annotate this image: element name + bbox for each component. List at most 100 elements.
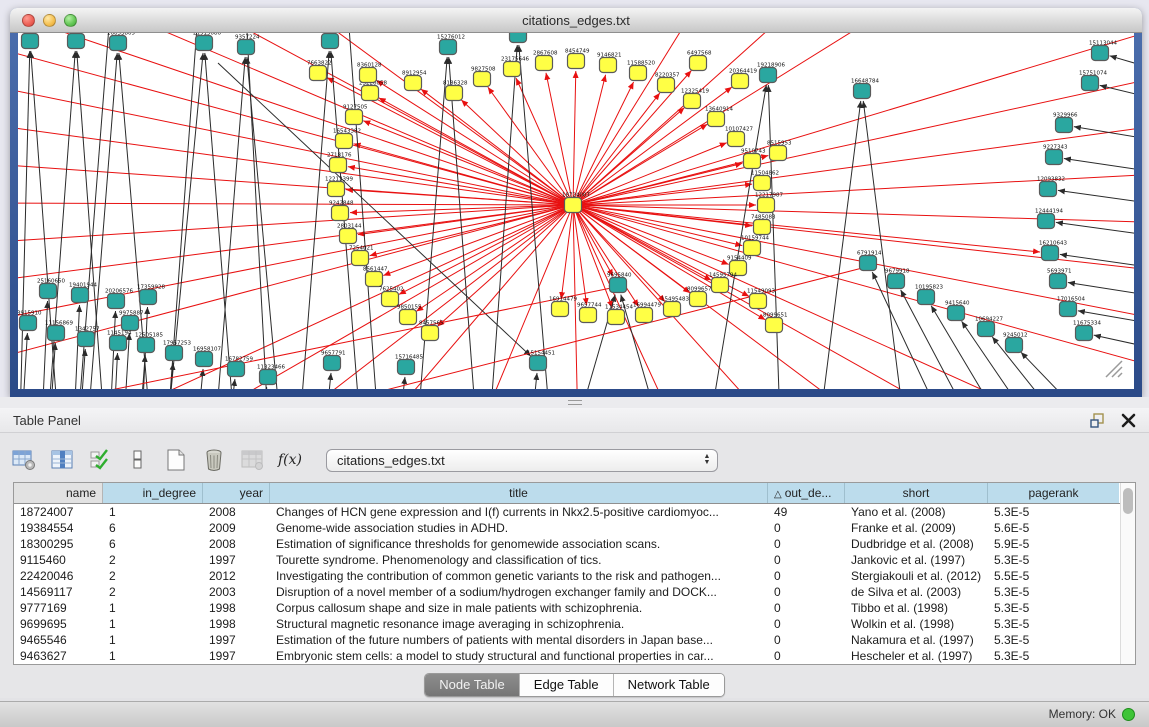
table-cell[interactable]: Yano et al. (2008) [845, 504, 988, 520]
table-cell[interactable]: Franke et al. (2009) [845, 520, 988, 536]
graph-edge[interactable] [1068, 283, 1134, 295]
graph-edge[interactable] [768, 85, 780, 389]
graph-edge[interactable] [1021, 352, 1089, 389]
table-cell[interactable]: 0 [768, 536, 845, 552]
graph-edge[interactable] [326, 373, 331, 389]
graph-edge[interactable] [399, 205, 573, 294]
graph-edge[interactable] [573, 93, 660, 205]
graph-edge[interactable] [573, 205, 742, 246]
graph-node[interactable]: 17359928 [137, 285, 165, 305]
table-cell[interactable]: Tourette syndrome. Phenomenology and cla… [270, 552, 768, 568]
graph-node[interactable]: 21915086 [193, 33, 221, 51]
graph-node[interactable]: 19218906 [757, 63, 785, 83]
table-scrollbar[interactable] [1120, 483, 1135, 664]
function-builder-icon[interactable]: f(x) [274, 444, 306, 476]
column-header-in_degree[interactable]: in_degree [103, 483, 203, 503]
graph-edge[interactable] [114, 353, 118, 389]
graph-node[interactable]: 12217987 [755, 193, 783, 213]
table-cell[interactable]: Stergiakouli et al. (2012) [845, 568, 988, 584]
table-cell[interactable]: 1 [103, 504, 203, 520]
graph-node[interactable]: 16210643 [1039, 241, 1067, 261]
table-cell[interactable]: de Silva et al. (2003) [845, 584, 988, 600]
new-table-icon[interactable] [160, 444, 192, 476]
column-header-pagerank[interactable]: pagerank [988, 483, 1119, 503]
table-cell[interactable]: 1997 [203, 632, 270, 648]
graph-edge[interactable] [1094, 335, 1134, 347]
graph-edge[interactable] [1058, 190, 1134, 203]
graph-node[interactable]: 15113044 [1089, 41, 1117, 61]
table-row[interactable]: 1830029562008Estimation of significance … [14, 536, 1120, 552]
tab-network-table[interactable]: Network Table [614, 674, 724, 696]
table-cell[interactable]: 0 [768, 584, 845, 600]
graph-node[interactable]: 10694227 [975, 317, 1003, 337]
graph-node[interactable]: 17957253 [163, 341, 191, 361]
column-header-year[interactable]: year [203, 483, 270, 503]
graph-edge[interactable] [1056, 222, 1134, 235]
table-cell[interactable]: 1 [103, 648, 203, 664]
graph-node[interactable]: 7485083 [751, 215, 776, 235]
table-cell[interactable]: 2 [103, 552, 203, 568]
table-cell[interactable]: Embryonic stem cells: a model to study s… [270, 648, 768, 664]
graph-edge[interactable] [962, 321, 1031, 389]
graph-edge[interactable] [546, 73, 573, 205]
graph-edge[interactable] [573, 75, 606, 205]
graph-node[interactable]: 9242848 [329, 201, 354, 221]
resize-grip[interactable] [1102, 357, 1124, 379]
graph-node[interactable]: 15751074 [1079, 71, 1107, 91]
graph-node[interactable]: 11588520 [627, 61, 655, 81]
graph-edge[interactable] [573, 71, 576, 205]
graph-node[interactable]: 9679918 [885, 269, 910, 289]
graph-node[interactable]: 11156869 [45, 321, 73, 341]
table-cell[interactable]: 2009 [203, 520, 270, 536]
select-mode-icon[interactable] [84, 444, 116, 476]
graph-node[interactable]: 8813054 [507, 33, 532, 43]
table-cell[interactable]: Estimation of significance thresholds fo… [270, 536, 768, 552]
graph-edge[interactable] [300, 51, 329, 389]
graph-node[interactable]: 9657791 [321, 351, 346, 371]
table-cell[interactable]: Tibbo et al. (1998) [845, 600, 988, 616]
graph-node[interactable]: 9227343 [1043, 145, 1068, 165]
table-cell[interactable]: Investigating the contribution of common… [270, 568, 768, 584]
graph-edge[interactable] [22, 333, 27, 389]
graph-node[interactable]: 9146821 [597, 53, 622, 73]
graph-node[interactable]: 8099651 [763, 313, 788, 333]
graph-node[interactable]: 9245012 [1003, 333, 1028, 353]
graph-node[interactable]: 9975887 [119, 311, 144, 331]
graph-node[interactable]: 12093832 [1037, 177, 1065, 197]
graph-node[interactable]: 17016504 [1057, 297, 1085, 317]
graph-edge[interactable] [1110, 56, 1134, 67]
row-panel-icon[interactable] [122, 444, 154, 476]
graph-node[interactable]: 16648784 [851, 79, 879, 99]
graph-node[interactable]: 11534454 [605, 305, 633, 325]
graph-node[interactable]: 13640914 [705, 107, 733, 127]
table-cell[interactable]: 0 [768, 648, 845, 664]
graph-node[interactable]: 8186328 [443, 81, 468, 101]
graph-node[interactable]: 2718176 [327, 153, 352, 173]
graph-node[interactable]: 9510743 [741, 149, 766, 169]
table-cell[interactable]: 5.6E-5 [988, 520, 1119, 536]
table-cell[interactable]: 0 [768, 552, 845, 568]
graph-edge[interactable] [573, 205, 690, 293]
table-cell[interactable]: 1 [103, 600, 203, 616]
table-cell[interactable]: 1997 [203, 552, 270, 568]
table-cell[interactable]: 18724007 [14, 504, 103, 520]
graph-node[interactable]: 11549093 [747, 289, 775, 309]
graph-edge[interactable] [205, 53, 234, 389]
graph-node[interactable]: 8515953 [767, 141, 792, 161]
table-cell[interactable]: 5.3E-5 [988, 504, 1119, 520]
graph-node[interactable]: 10195823 [915, 285, 943, 305]
graph-node[interactable]: 9357224 [235, 35, 260, 55]
graph-edge[interactable] [216, 57, 245, 389]
graph-edge[interactable] [218, 63, 531, 356]
table-row[interactable]: 2242004622012Investigating the contribut… [14, 568, 1120, 584]
table-cell[interactable]: 2 [103, 584, 203, 600]
table-row[interactable]: 946362711997Embryonic stem cells: a mode… [14, 648, 1120, 664]
graph-node[interactable]: 11504862 [751, 171, 779, 191]
graph-node[interactable]: 6791914 [857, 251, 882, 271]
table-cell[interactable]: 5.3E-5 [988, 616, 1119, 632]
graph-node[interactable]: 20364419 [729, 69, 757, 89]
graph-node[interactable]: 9329966 [1053, 113, 1078, 133]
graph-edge[interactable] [18, 203, 573, 205]
graph-node[interactable]: 20206576 [105, 289, 133, 309]
graph-node[interactable]: 16994479 [633, 303, 661, 323]
